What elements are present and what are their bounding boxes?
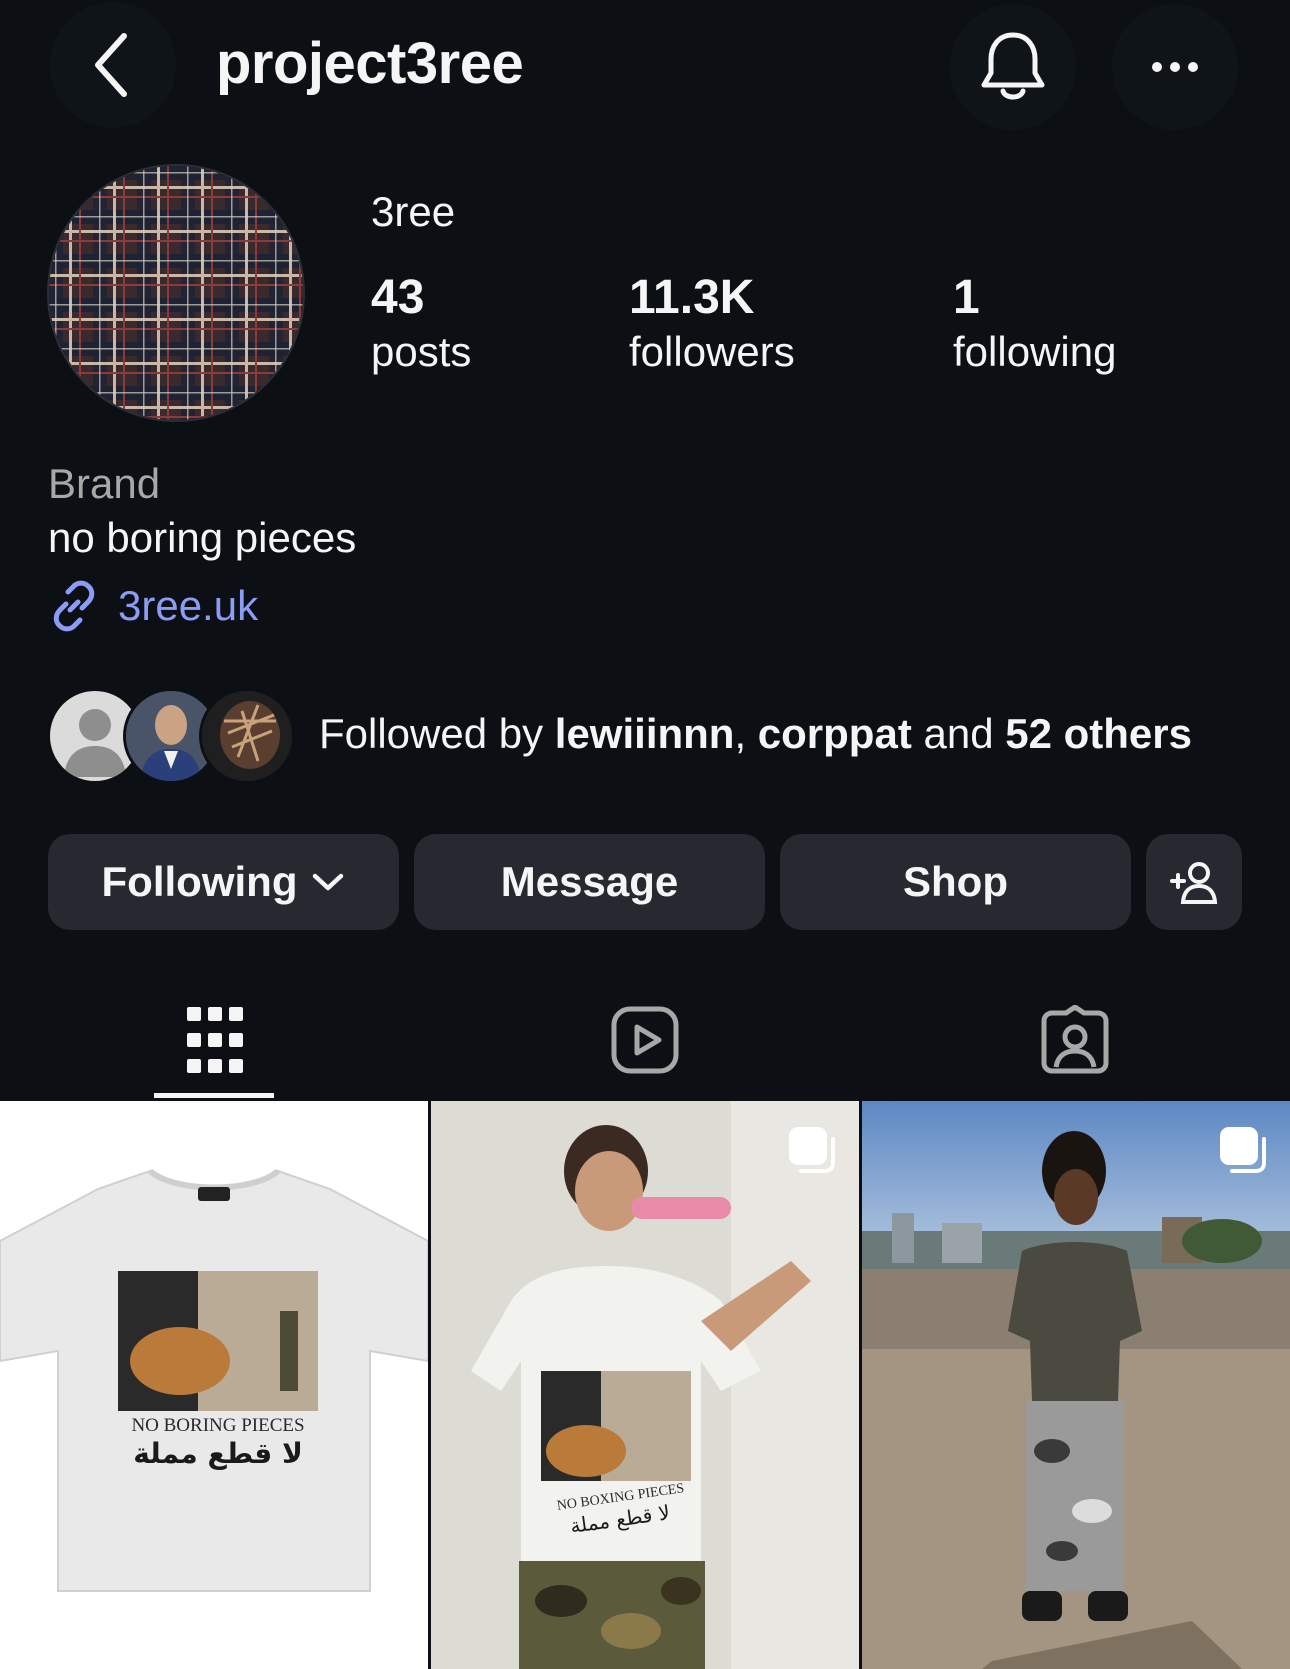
shop-button-label: Shop bbox=[903, 858, 1008, 905]
bell-icon bbox=[981, 32, 1045, 100]
posts-stat[interactable]: 43 posts bbox=[371, 270, 471, 378]
plaid-avatar-image bbox=[49, 166, 303, 420]
posts-count: 43 bbox=[371, 271, 425, 324]
followers-stat[interactable]: 11.3K followers bbox=[629, 270, 795, 378]
post-thumbnail[interactable]: NO BOXING PIECES لا قطع مملة bbox=[431, 1101, 859, 1669]
follower-avatar-corppat bbox=[199, 688, 295, 784]
followed-by-prefix: Followed by bbox=[319, 710, 555, 757]
followed-by-user-1[interactable]: lewiiinnn bbox=[555, 710, 735, 757]
tshirt-print-line-1: NO BORING PIECES bbox=[131, 1415, 304, 1436]
post-thumbnail[interactable] bbox=[862, 1101, 1290, 1669]
followed-by-separator: , bbox=[734, 710, 758, 757]
back-button[interactable] bbox=[50, 2, 176, 128]
profile-link-text[interactable]: 3ree.uk bbox=[118, 582, 258, 630]
user-photo-icon bbox=[202, 691, 292, 781]
carousel-icon bbox=[789, 1127, 835, 1173]
profile-avatar[interactable] bbox=[47, 164, 305, 422]
more-options-button[interactable] bbox=[1112, 4, 1238, 130]
followed-by-others[interactable]: 52 others bbox=[1005, 710, 1192, 757]
shop-button[interactable]: Shop bbox=[780, 834, 1131, 930]
tagged-icon bbox=[1041, 1005, 1109, 1074]
profile-username-title: project3ree bbox=[216, 31, 524, 96]
tab-posts-grid[interactable] bbox=[0, 980, 430, 1100]
active-tab-indicator bbox=[154, 1093, 274, 1098]
profile-category: Brand bbox=[48, 460, 161, 507]
following-stat[interactable]: 1 following bbox=[953, 270, 1116, 378]
profile-link[interactable]: 3ree.uk bbox=[48, 580, 258, 632]
profile-tabs bbox=[0, 980, 1290, 1100]
profile-display-name: 3ree bbox=[371, 188, 456, 235]
following-button[interactable]: Following bbox=[48, 834, 399, 930]
model-drinking-image: NO BOXING PIECES لا قطع مملة bbox=[431, 1101, 859, 1669]
tshirt-print-line-2: لا قطع مملة bbox=[133, 1437, 303, 1470]
post-thumbnail[interactable]: NO BORING PIECES لا قطع مملة bbox=[0, 1101, 428, 1669]
chevron-left-icon bbox=[95, 33, 127, 97]
message-button[interactable]: Message bbox=[414, 834, 765, 930]
reels-icon bbox=[611, 1006, 679, 1074]
followers-count: 11.3K bbox=[629, 271, 755, 324]
notifications-button[interactable] bbox=[950, 4, 1076, 130]
following-label: following bbox=[953, 328, 1117, 375]
followed-by-row[interactable]: Followed by lewiiinnn, corppat and 52 ot… bbox=[47, 686, 1192, 786]
tshirt-image: NO BORING PIECES لا قطع مملة bbox=[0, 1101, 428, 1669]
posts-grid: NO BORING PIECES لا قطع مملة NO BOXING P… bbox=[0, 1101, 1290, 1669]
profile-bio: no boring pieces bbox=[48, 514, 357, 561]
grid-icon bbox=[187, 1007, 243, 1073]
riverside-model-image bbox=[862, 1101, 1290, 1669]
suggested-users-button[interactable] bbox=[1146, 834, 1242, 930]
following-button-label: Following bbox=[101, 858, 298, 905]
posts-label: posts bbox=[371, 328, 472, 375]
chevron-down-icon bbox=[313, 873, 344, 891]
link-icon bbox=[53, 580, 95, 632]
followed-by-text: Followed by lewiiinnn, corppat and 52 ot… bbox=[319, 710, 1192, 758]
profile-header: project3ree bbox=[0, 0, 1290, 140]
carousel-icon bbox=[1220, 1127, 1266, 1173]
followed-by-user-2[interactable]: corppat bbox=[758, 710, 912, 757]
following-count: 1 bbox=[953, 271, 980, 324]
tab-reels[interactable] bbox=[430, 980, 860, 1100]
tab-tagged[interactable] bbox=[860, 980, 1290, 1100]
followers-label: followers bbox=[629, 328, 795, 375]
followed-by-connector: and bbox=[911, 710, 1006, 757]
add-person-icon bbox=[1170, 862, 1218, 904]
more-horizontal-icon bbox=[1152, 62, 1198, 72]
message-button-label: Message bbox=[500, 858, 679, 905]
